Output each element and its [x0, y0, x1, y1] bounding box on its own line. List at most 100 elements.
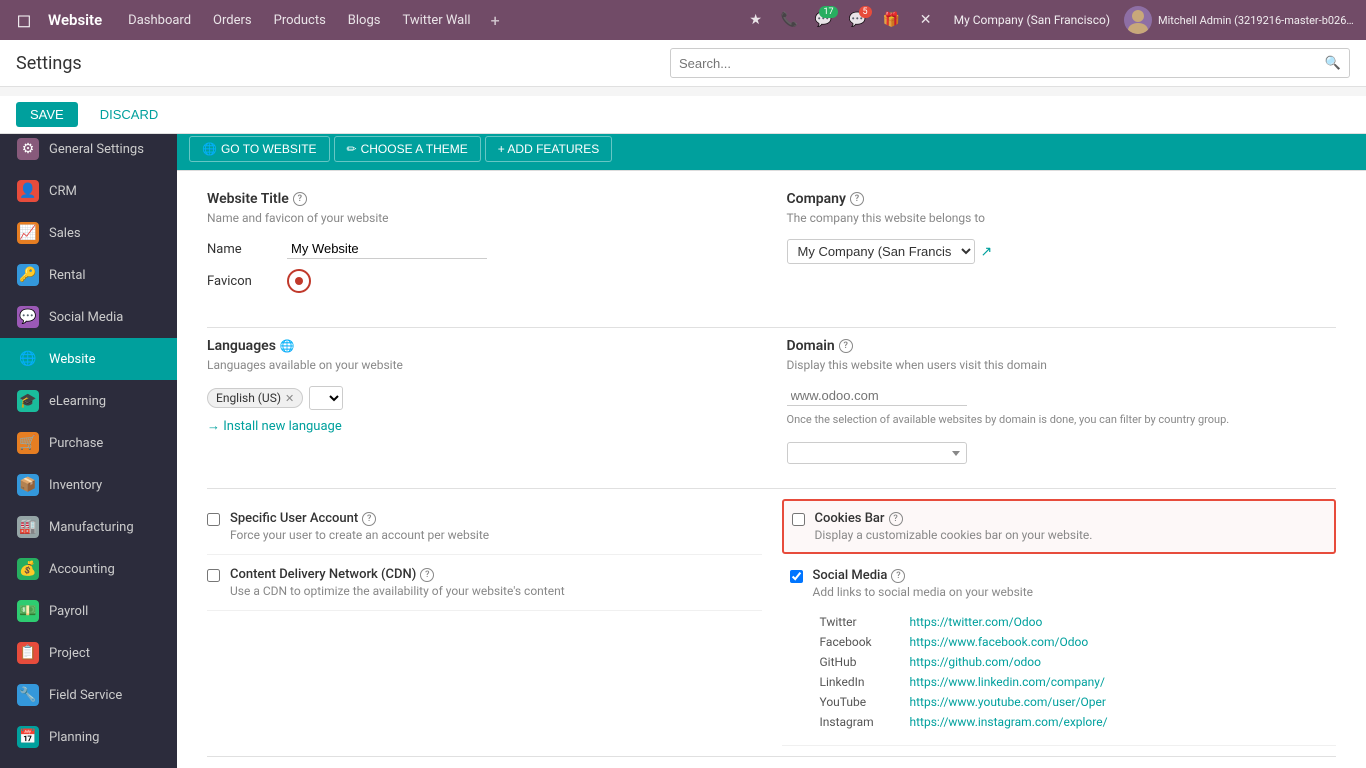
company-desc: The company this website belongs to — [787, 211, 1337, 225]
sidebar-label-social-media: Social Media — [49, 310, 123, 325]
sidebar-item-elearning[interactable]: 🎓 eLearning — [0, 380, 177, 422]
sidebar: ⚙ General Settings 👤 CRM 📈 Sales 🔑 Renta… — [0, 128, 177, 768]
domain-info-icon: ? — [839, 339, 853, 353]
website-title-desc: Name and favicon of your website — [207, 211, 757, 225]
sidebar-item-field-service[interactable]: 🔧 Field Service — [0, 674, 177, 716]
nav-orders[interactable]: Orders — [203, 9, 262, 32]
sidebar-item-payroll[interactable]: 💵 Payroll — [0, 590, 177, 632]
nav-twitter-wall[interactable]: Twitter Wall — [392, 9, 480, 32]
domain-input[interactable] — [787, 386, 967, 406]
sidebar-item-crm[interactable]: 👤 CRM — [0, 170, 177, 212]
cookies-bar-checkbox[interactable] — [792, 513, 805, 526]
tag-close-icon[interactable]: ✕ — [285, 392, 294, 405]
favicon-field-row: Favicon — [207, 269, 757, 293]
company-select[interactable]: My Company (San Francis — [787, 239, 975, 264]
youtube-link[interactable]: https://www.youtube.com/user/Oper — [910, 695, 1106, 709]
facebook-label: Facebook — [820, 635, 900, 649]
sidebar-item-website[interactable]: 🌐 Website — [0, 338, 177, 380]
gift-icon[interactable]: 🎁 — [878, 6, 906, 34]
sidebar-item-accounting[interactable]: 💰 Accounting — [0, 548, 177, 590]
website-title-heading: Website Title ? — [207, 191, 757, 207]
social-youtube-row: YouTube https://www.youtube.com/user/Ope… — [820, 695, 1108, 709]
cookies-bar-desc: Display a customizable cookies bar on yo… — [815, 528, 1327, 542]
sidebar-label-project: Project — [49, 646, 90, 661]
youtube-label: YouTube — [820, 695, 900, 709]
name-field-row: Name — [207, 239, 757, 259]
specific-user-checkbox[interactable] — [207, 513, 220, 526]
general-settings-icon: ⚙ — [17, 138, 39, 160]
sidebar-item-planning[interactable]: 📅 Planning — [0, 716, 177, 758]
chat-icon[interactable]: 💬 17 — [810, 6, 838, 34]
nav-add-icon[interactable]: + — [483, 7, 508, 34]
sidebar-item-general-settings[interactable]: ⚙ General Settings — [0, 128, 177, 170]
social-media-desc: Add links to social media on your websit… — [813, 585, 1329, 599]
specific-user-title: Specific User Account ? — [230, 511, 762, 526]
cdn-checkbox[interactable] — [207, 569, 220, 582]
user-name: Mitchell Admin (3219216-master-b02645-al… — [1158, 14, 1358, 27]
close-icon[interactable]: ✕ — [912, 6, 940, 34]
name-label: Name — [207, 242, 277, 257]
nav-links: Dashboard Orders Products Blogs Twitter … — [118, 7, 737, 34]
language-select[interactable] — [309, 386, 343, 410]
website-icon: 🌐 — [17, 348, 39, 370]
nav-actions: ★ 📞 💬 17 💬 5 🎁 ✕ My Company (San Francis… — [742, 6, 1358, 34]
sidebar-item-purchase[interactable]: 🛒 Purchase — [0, 422, 177, 464]
sidebar-item-sales[interactable]: 📈 Sales — [0, 212, 177, 254]
project-icon: 📋 — [17, 642, 39, 664]
inventory-icon: 📦 — [17, 474, 39, 496]
specific-user-info-icon: ? — [362, 512, 376, 526]
section-specific-user: Specific User Account ? Force your user … — [207, 499, 1336, 746]
sidebar-item-manufacturing[interactable]: 🏭 Manufacturing — [0, 506, 177, 548]
github-link[interactable]: https://github.com/odoo — [910, 655, 1042, 669]
sidebar-item-timesheets[interactable]: ⏱ Timesheets — [0, 758, 177, 768]
search-bar: 🔍 — [670, 48, 1350, 78]
field-service-icon: 🔧 — [17, 684, 39, 706]
social-media-checkbox[interactable] — [790, 570, 803, 583]
sidebar-label-rental: Rental — [49, 268, 86, 283]
nav-products[interactable]: Products — [264, 9, 336, 32]
specific-user-row: Specific User Account ? Force your user … — [207, 499, 762, 555]
facebook-link[interactable]: https://www.facebook.com/Odoo — [910, 635, 1089, 649]
planning-icon: 📅 — [17, 726, 39, 748]
favicon-preview[interactable] — [287, 269, 311, 293]
action-buttons: SAVE DISCARD — [0, 96, 1366, 134]
save-button[interactable]: SAVE — [16, 102, 78, 127]
page-header: Settings 🔍 — [0, 40, 1366, 87]
linkedin-label: LinkedIn — [820, 675, 900, 689]
linkedin-link[interactable]: https://www.linkedin.com/company/ — [910, 675, 1105, 689]
name-input[interactable] — [287, 239, 487, 259]
sidebar-item-project[interactable]: 📋 Project — [0, 632, 177, 674]
external-link-icon[interactable]: ↗ — [981, 244, 993, 260]
apps-grid-icon[interactable]: ◻ — [8, 4, 40, 36]
paintbrush-icon: ✏ — [347, 142, 357, 156]
message-icon[interactable]: 💬 5 — [844, 6, 872, 34]
twitter-label: Twitter — [820, 615, 900, 629]
phone-icon[interactable]: 📞 — [776, 6, 804, 34]
nav-blogs[interactable]: Blogs — [338, 9, 391, 32]
sidebar-item-inventory[interactable]: 📦 Inventory — [0, 464, 177, 506]
search-input[interactable] — [671, 56, 1317, 71]
country-group-select[interactable] — [787, 442, 967, 464]
website-title-info-icon: ? — [293, 192, 307, 206]
go-to-website-button[interactable]: 🌐 GO TO WEBSITE — [189, 136, 330, 162]
nav-dashboard[interactable]: Dashboard — [118, 9, 201, 32]
instagram-link[interactable]: https://www.instagram.com/explore/ — [910, 715, 1108, 729]
add-features-button[interactable]: + ADD FEATURES — [485, 136, 612, 162]
sidebar-item-social-media[interactable]: 💬 Social Media — [0, 296, 177, 338]
sidebar-label-sales: Sales — [49, 226, 81, 241]
choose-theme-button[interactable]: ✏ CHOOSE A THEME — [334, 136, 481, 162]
company-heading: Company ? — [787, 191, 1337, 207]
discard-button[interactable]: DISCARD — [86, 102, 173, 127]
page-title: Settings — [16, 53, 82, 74]
cdn-title: Content Delivery Network (CDN) ? — [230, 567, 762, 582]
sales-icon: 📈 — [17, 222, 39, 244]
website-toolbar: 🌐 GO TO WEBSITE ✏ CHOOSE A THEME + ADD F… — [177, 128, 1366, 171]
social-github-row: GitHub https://github.com/odoo — [820, 655, 1108, 669]
twitter-link[interactable]: https://twitter.com/Odoo — [910, 615, 1043, 629]
install-language-link[interactable]: → Install new language — [207, 418, 757, 434]
english-us-tag: English (US) ✕ — [207, 388, 303, 408]
avatar — [1124, 6, 1152, 34]
star-icon[interactable]: ★ — [742, 6, 770, 34]
sidebar-item-rental[interactable]: 🔑 Rental — [0, 254, 177, 296]
app-name: Website — [44, 11, 102, 29]
